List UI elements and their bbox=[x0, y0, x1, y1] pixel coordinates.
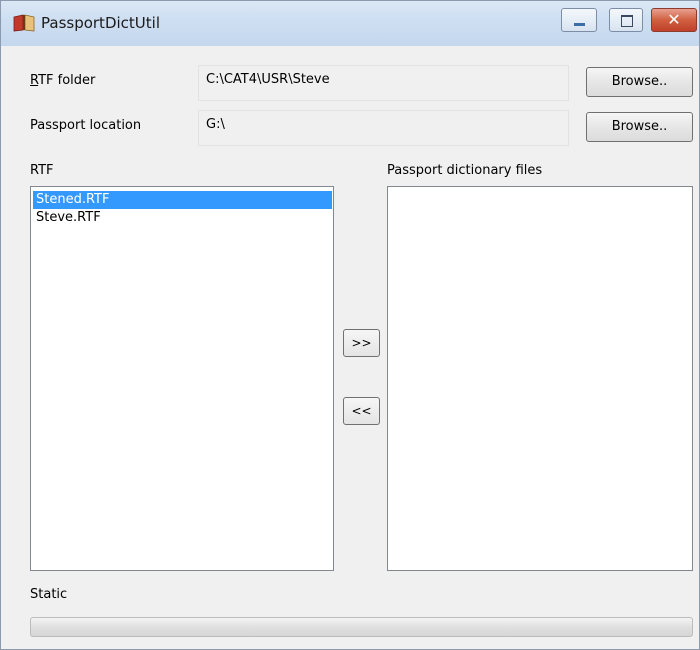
add-to-passport-button[interactable]: >> bbox=[343, 329, 380, 357]
passport-dictionary-list[interactable] bbox=[387, 186, 693, 571]
minimize-button[interactable] bbox=[561, 8, 597, 32]
list-item[interactable]: Stened.RTF bbox=[33, 191, 332, 209]
title-bar[interactable]: PassportDictUtil ✕ bbox=[1, 1, 699, 46]
rtf-folder-field[interactable]: C:\CAT4\USR\Steve bbox=[198, 65, 569, 101]
browse-passport-location-button[interactable]: Browse.. bbox=[586, 112, 693, 142]
rtf-file-list[interactable]: Stened.RTF Steve.RTF bbox=[30, 186, 334, 571]
progress-bar bbox=[30, 617, 693, 637]
browse-rtf-folder-button[interactable]: Browse.. bbox=[586, 67, 693, 97]
passport-location-label: Passport location bbox=[30, 118, 142, 133]
list-item[interactable]: Steve.RTF bbox=[33, 209, 332, 227]
passport-location-field[interactable]: G:\ bbox=[198, 110, 569, 146]
remove-from-passport-button[interactable]: << bbox=[343, 397, 380, 425]
rtf-list-heading: RTF bbox=[30, 163, 54, 178]
passport-list-heading: Passport dictionary files bbox=[387, 163, 543, 178]
passportdictutil-window: PassportDictUtil ✕ RTF folder C:\CAT4\US… bbox=[0, 0, 700, 650]
close-icon: ✕ bbox=[667, 10, 681, 29]
rtf-folder-label-mnemonic: R bbox=[30, 73, 39, 88]
window-title: PassportDictUtil bbox=[41, 14, 160, 32]
status-label: Static bbox=[30, 587, 68, 602]
maximize-button[interactable] bbox=[609, 8, 643, 32]
app-book-icon bbox=[13, 14, 35, 32]
close-button[interactable]: ✕ bbox=[651, 8, 697, 32]
rtf-folder-label: RTF folder bbox=[30, 73, 95, 88]
rtf-folder-label-rest: TF folder bbox=[38, 73, 96, 88]
